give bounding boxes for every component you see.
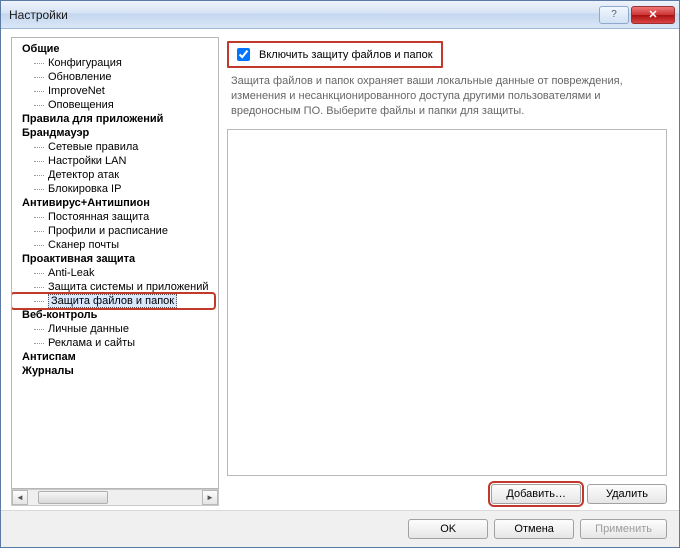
nav-item[interactable]: ImproveNet bbox=[12, 84, 218, 98]
enable-protection-label: Включить защиту файлов и папок bbox=[259, 49, 433, 61]
nav-item-label: Детектор атак bbox=[48, 169, 119, 181]
nav-item[interactable]: Личные данные bbox=[12, 322, 218, 336]
titlebar: Настройки ? ✕ bbox=[1, 1, 679, 29]
nav-group[interactable]: Правила для приложений bbox=[12, 112, 218, 126]
nav-item[interactable]: Сетевые правила bbox=[12, 140, 218, 154]
nav-item-label: Блокировка IP bbox=[48, 183, 121, 195]
nav-group[interactable]: Журналы bbox=[12, 364, 218, 378]
scroll-right-arrow[interactable]: ► bbox=[202, 490, 218, 505]
nav-item-label: Реклама и сайты bbox=[48, 337, 135, 349]
scroll-thumb[interactable] bbox=[38, 491, 108, 504]
close-button[interactable]: ✕ bbox=[631, 6, 675, 24]
nav-item-label: Защита файлов и папок bbox=[48, 294, 177, 308]
nav-item-label: Оповещения bbox=[48, 99, 114, 111]
nav-item-label: ImproveNet bbox=[48, 85, 105, 97]
nav-item[interactable]: Конфигурация bbox=[12, 56, 218, 70]
main-panel: Включить защиту файлов и папок Защита фа… bbox=[225, 37, 669, 506]
nav-item[interactable]: Сканер почты bbox=[12, 238, 218, 252]
ok-button[interactable]: OK bbox=[408, 519, 488, 539]
nav-item-label: Конфигурация bbox=[48, 57, 122, 69]
dialog-footer: OK Отмена Применить bbox=[1, 510, 679, 547]
nav-item-label: Обновление bbox=[48, 71, 112, 83]
nav-group[interactable]: Общие bbox=[12, 42, 218, 56]
nav-item-label: Сетевые правила bbox=[48, 141, 138, 153]
sidebar-container: ОбщиеКонфигурация Обновление ImproveNet Опо… bbox=[11, 37, 219, 506]
sidebar-scrollbar[interactable]: ◄ ► bbox=[11, 489, 219, 506]
settings-window: Настройки ? ✕ ОбщиеКонфигурация Обновлени… bbox=[0, 0, 680, 548]
help-button[interactable]: ? bbox=[599, 6, 629, 24]
nav-item-label: Настройки LAN bbox=[48, 155, 126, 167]
nav-item[interactable]: Настройки LAN bbox=[12, 154, 218, 168]
nav-item-label: Сканер почты bbox=[48, 239, 119, 251]
help-icon: ? bbox=[611, 9, 617, 20]
add-button[interactable]: Добавить… bbox=[491, 484, 581, 504]
window-title: Настройки bbox=[9, 8, 597, 22]
nav-group[interactable]: Антивирус+Антишпион bbox=[12, 196, 218, 210]
nav-item[interactable]: Профили и расписание bbox=[12, 224, 218, 238]
delete-button[interactable]: Удалить bbox=[587, 484, 667, 504]
nav-item-label: Anti-Leak bbox=[48, 267, 94, 279]
nav-group[interactable]: Веб-контроль bbox=[12, 308, 218, 322]
nav-item[interactable]: Блокировка IP bbox=[12, 182, 218, 196]
nav-item[interactable]: Anti-Leak bbox=[12, 266, 218, 280]
nav-item[interactable]: Защита системы и приложений bbox=[12, 280, 218, 294]
close-icon: ✕ bbox=[648, 8, 657, 21]
nav-item[interactable]: Обновление bbox=[12, 70, 218, 84]
list-button-row: Добавить… Удалить bbox=[227, 476, 667, 506]
content-area: ОбщиеКонфигурация Обновление ImproveNet Опо… bbox=[1, 29, 679, 510]
nav-item-label: Личные данные bbox=[48, 323, 129, 335]
nav-item[interactable]: Реклама и сайты bbox=[12, 336, 218, 350]
nav-group[interactable]: Брандмауэр bbox=[12, 126, 218, 140]
nav-item-label: Постоянная защита bbox=[48, 211, 149, 223]
scroll-left-arrow[interactable]: ◄ bbox=[12, 490, 28, 505]
nav-group[interactable]: Антиспам bbox=[12, 350, 218, 364]
enable-protection-checkbox[interactable] bbox=[237, 48, 250, 61]
nav-group[interactable]: Проактивная защита bbox=[12, 252, 218, 266]
nav-item[interactable]: Оповещения bbox=[12, 98, 218, 112]
scroll-track[interactable] bbox=[28, 490, 202, 505]
cancel-button[interactable]: Отмена bbox=[494, 519, 574, 539]
nav-item[interactable]: Постоянная защита bbox=[12, 210, 218, 224]
apply-button[interactable]: Применить bbox=[580, 519, 667, 539]
enable-protection-row[interactable]: Включить защиту файлов и папок bbox=[227, 41, 443, 68]
protected-items-list[interactable] bbox=[227, 129, 667, 476]
description-text: Защита файлов и папок охраняет ваши лока… bbox=[227, 68, 667, 129]
nav-item[interactable]: Защита файлов и папок bbox=[12, 294, 214, 308]
nav-item-label: Профили и расписание bbox=[48, 225, 168, 237]
nav-tree[interactable]: ОбщиеКонфигурация Обновление ImproveNet Опо… bbox=[11, 37, 219, 489]
nav-item-label: Защита системы и приложений bbox=[48, 281, 209, 293]
nav-item[interactable]: Детектор атак bbox=[12, 168, 218, 182]
